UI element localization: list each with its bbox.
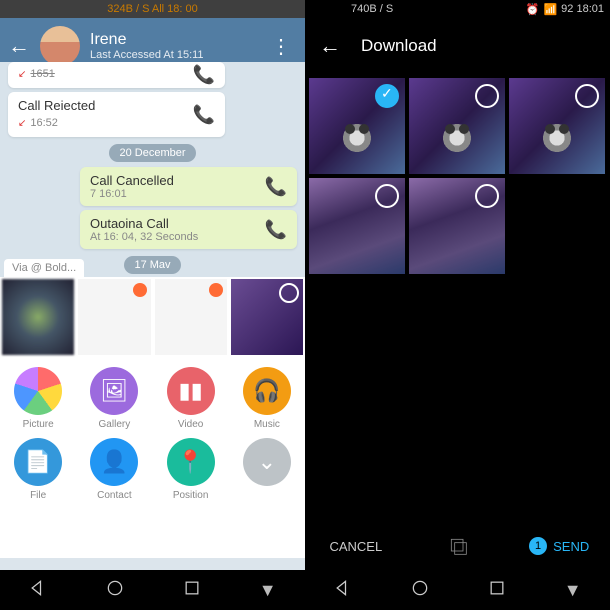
status-bar-left: 324B / S All 18: 00 (0, 0, 305, 18)
cancel-button[interactable]: CANCEL (305, 539, 407, 554)
menu-icon[interactable]: ⋮ (265, 34, 297, 59)
nav-back[interactable] (28, 578, 48, 603)
attach-more[interactable]: ⌄ (233, 438, 301, 501)
select-circle[interactable] (279, 283, 299, 303)
select-circle[interactable] (475, 184, 499, 208)
missed-icon: ↙ (18, 118, 26, 129)
wifi-icon: 📶 (543, 3, 557, 16)
date-chip: 20 December (0, 143, 305, 161)
music-icon: 🎧 (243, 367, 291, 415)
recent-thumbs (0, 277, 305, 357)
attach-file[interactable]: 📄File (4, 438, 72, 501)
contact-name: Irene (90, 31, 265, 49)
thumb[interactable] (2, 279, 74, 355)
thumb[interactable] (231, 279, 303, 355)
camera-icon (14, 367, 62, 415)
thumb[interactable] (78, 279, 150, 355)
nav-recent[interactable] (487, 578, 507, 603)
phone-icon[interactable]: 📞 (265, 176, 287, 197)
back-icon[interactable]: ← (8, 33, 30, 59)
attach-music[interactable]: 🎧Music (233, 367, 301, 430)
nav-back[interactable] (333, 578, 353, 603)
bottom-bar: CANCEL 1 SEND (305, 522, 610, 570)
alarm-icon: ⏰ (526, 3, 540, 16)
missed-icon: ↙ (18, 69, 26, 80)
back-icon[interactable]: ← (319, 33, 341, 59)
attach-gallery[interactable]: 🖼Gallery (80, 367, 148, 430)
status-bar-right: 740B / S ⏰ 📶 92 18:01 (305, 0, 610, 18)
image-cell[interactable] (309, 78, 405, 174)
multi-select-button[interactable] (407, 536, 509, 556)
gallery-icon: 🖼 (90, 367, 138, 415)
image-cell[interactable] (309, 178, 405, 274)
attach-picture[interactable]: Picture (4, 367, 72, 430)
attach-contact[interactable]: 👤Contact (80, 438, 148, 501)
image-cell[interactable] (409, 178, 505, 274)
video-icon: ▮▮ (167, 367, 215, 415)
phone-icon[interactable]: 📞 (193, 104, 215, 125)
select-circle[interactable] (375, 184, 399, 208)
via-chip[interactable]: Via @ Bold... (4, 259, 84, 277)
nav-dropdown[interactable]: ▼ (564, 580, 582, 601)
location-icon: 📍 (167, 438, 215, 486)
nav-home[interactable] (410, 578, 430, 603)
attach-position[interactable]: 📍Position (157, 438, 225, 501)
page-title: Download (361, 36, 437, 56)
image-grid (305, 74, 610, 278)
thumb[interactable] (155, 279, 227, 355)
chat-area: ↙1651 📞 Call Reiected ↙16:52 📞 20 Decemb… (0, 62, 305, 277)
phone-icon[interactable]: 📞 (193, 65, 215, 86)
image-cell[interactable] (509, 78, 605, 174)
attach-panel: Picture 🖼Gallery ▮▮Video 🎧Music 📄File 👤C… (0, 277, 305, 558)
phone-icon[interactable]: 📞 (265, 219, 287, 240)
gallery-header: ← Download (305, 18, 610, 74)
chevron-down-icon: ⌄ (243, 438, 291, 486)
image-cell[interactable] (409, 78, 505, 174)
select-circle[interactable] (475, 84, 499, 108)
status-text: 324B / S All 18: 00 (107, 3, 198, 15)
contact-icon: 👤 (90, 438, 138, 486)
file-icon: 📄 (14, 438, 62, 486)
send-button[interactable]: 1 SEND (508, 537, 610, 555)
count-badge: 1 (529, 537, 547, 555)
select-check[interactable] (375, 84, 399, 108)
stack-icon (448, 536, 468, 556)
select-circle[interactable] (575, 84, 599, 108)
avatar[interactable] (40, 26, 80, 66)
call-message[interactable]: ↙1651 📞 (8, 62, 225, 88)
call-message[interactable]: Call Reiected ↙16:52 📞 (8, 92, 225, 137)
nav-recent[interactable] (182, 578, 202, 603)
nav-dropdown[interactable]: ▼ (259, 580, 277, 601)
contact-info[interactable]: Irene Last Accessed At 15:11 (90, 31, 265, 61)
nav-bar: ▼ ▼ (0, 570, 610, 610)
last-seen: Last Accessed At 15:11 (90, 49, 265, 61)
call-message[interactable]: Call Cancelled 7 16:01 📞 (80, 167, 297, 206)
nav-home[interactable] (105, 578, 125, 603)
call-message[interactable]: Outaoina Call At 16: 04, 32 Seconds 📞 (80, 210, 297, 249)
attach-video[interactable]: ▮▮Video (157, 367, 225, 430)
